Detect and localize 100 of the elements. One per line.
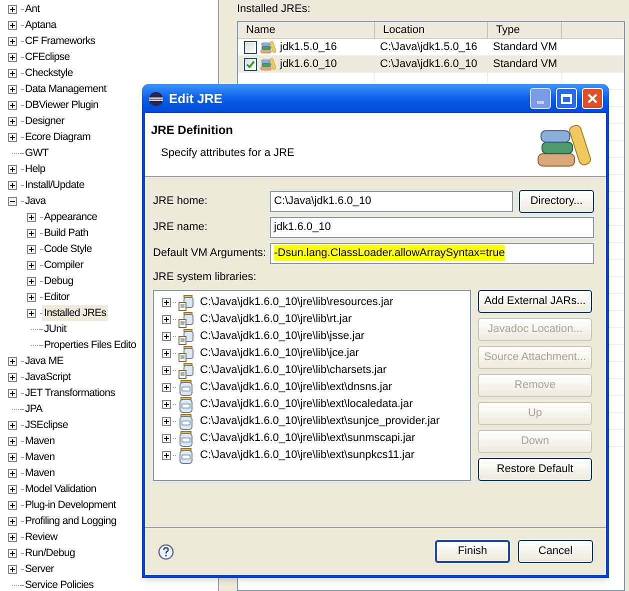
expand-icon[interactable] [162,366,171,375]
expand-icon[interactable] [8,388,17,398]
expand-icon[interactable] [8,84,17,94]
expand-icon[interactable] [8,132,17,142]
tree-item[interactable]: Compiler [42,257,86,273]
tree-item[interactable]: Installed JREs [42,305,108,321]
tree-item[interactable]: Editor [42,289,72,305]
tree-item[interactable]: Ant [23,1,42,17]
expand-icon[interactable] [162,417,171,426]
tree-item[interactable]: Profiling and Logging [23,513,118,529]
dialog-button[interactable]: Finish [435,540,510,563]
expand-icon[interactable] [8,100,17,110]
expand-icon[interactable] [162,383,171,392]
input-field[interactable]: C:\Java\jdk1.6.0_10 [270,190,513,212]
expand-icon[interactable] [162,349,171,358]
library-item[interactable]: C:\Java\jdk1.6.0_10\jre\lib\ext\dnsns.jar [200,379,392,396]
tree-item[interactable]: Aptana [23,17,58,33]
input-field[interactable]: jdk1.6.0_10 [270,216,594,238]
expand-icon[interactable] [8,180,17,190]
column-header[interactable]: Location [375,22,488,38]
expand-icon[interactable] [8,500,17,510]
expand-icon[interactable] [162,434,171,443]
tree-item[interactable]: CFEclipse [23,49,72,65]
tree-item[interactable]: JUnit [42,321,68,337]
library-item[interactable]: C:\Java\jdk1.6.0_10\jre\lib\ext\sunpkcs11.jar [200,447,414,464]
tree-item[interactable]: JET Transformations [23,385,118,401]
tree-item[interactable]: Model Validation [23,481,98,497]
tree-item[interactable]: Properties Files Edito [42,337,138,353]
expand-icon[interactable] [27,212,36,222]
tree-item[interactable]: Server [23,561,56,577]
library-button[interactable]: Restore Default [478,458,592,481]
input-field[interactable]: -Dsun.lang.ClassLoader.allowArraySyntax=true [270,242,594,264]
expand-icon[interactable] [8,468,17,478]
checkbox[interactable] [244,58,257,70]
tree-item[interactable]: Service Policies [23,577,96,591]
library-item[interactable]: C:\Java\jdk1.6.0_10\jre\lib\ext\sunjce_provider.jar [200,413,440,430]
expand-icon[interactable] [162,451,171,460]
expand-icon[interactable] [162,315,171,324]
expand-icon[interactable] [27,276,36,286]
directory-button[interactable]: Directory... [519,190,594,212]
expand-icon[interactable] [8,52,17,62]
library-item[interactable]: C:\Java\jdk1.6.0_10\jre\lib\charsets.jar [200,362,386,379]
expand-icon[interactable] [8,516,17,526]
tree-item[interactable]: Appearance [42,209,100,225]
expand-icon[interactable] [27,228,36,238]
expand-icon[interactable] [8,484,17,494]
expand-icon[interactable] [8,4,17,14]
tree-item[interactable]: Help [23,161,48,177]
expand-icon[interactable] [27,260,36,270]
expand-icon[interactable] [8,372,17,382]
library-item[interactable]: C:\Java\jdk1.6.0_10\jre\lib\jce.jar [200,345,359,362]
expand-icon[interactable] [27,244,36,254]
tree-item[interactable]: Debug [42,273,76,289]
library-item[interactable]: C:\Java\jdk1.6.0_10\jre\lib\resources.jar [200,294,394,311]
expand-icon[interactable] [8,548,17,558]
expand-icon[interactable] [8,452,17,462]
tree-item[interactable]: Maven [23,465,57,481]
tree-item[interactable]: Code Style [42,241,94,257]
library-button[interactable]: Add External JARs... [478,290,592,313]
help-icon[interactable] [158,544,174,560]
tree-item[interactable]: Java [23,193,48,209]
tree-item[interactable]: Maven [23,449,57,465]
library-item[interactable]: C:\Java\jdk1.6.0_10\jre\lib\jsse.jar [200,328,364,345]
expand-icon[interactable] [8,20,17,30]
tree-item[interactable]: Checkstyle [23,65,75,81]
expand-icon[interactable] [8,116,17,126]
tree-item[interactable]: JavaScript [23,369,73,385]
library-item[interactable]: C:\Java\jdk1.6.0_10\jre\lib\ext\localedata.jar [200,396,413,413]
expand-icon[interactable] [8,532,17,542]
close-button[interactable] [582,88,603,109]
expand-icon[interactable] [8,356,17,366]
collapse-icon[interactable] [8,196,17,206]
expand-icon[interactable] [8,436,17,446]
column-header[interactable]: Name [238,22,375,38]
expand-icon[interactable] [162,298,171,307]
tree-item[interactable]: CF Frameworks [23,33,98,49]
tree-item[interactable]: Review [23,529,60,545]
expand-icon[interactable] [162,400,171,409]
expand-icon[interactable] [8,564,17,574]
tree-item[interactable]: JPA [23,401,44,417]
tree-item[interactable]: Install/Update [23,177,86,193]
tree-item[interactable]: Ecore Diagram [23,129,92,145]
tree-item[interactable]: Build Path [42,225,90,241]
tree-item[interactable]: Run/Debug [23,545,77,561]
tree-item[interactable]: DBViewer Plugin [23,97,100,113]
column-header[interactable]: Type [488,22,562,38]
tree-item[interactable]: GWT [23,145,50,161]
close-icon[interactable] [587,93,598,104]
library-item[interactable]: C:\Java\jdk1.6.0_10\jre\lib\ext\sunmscapi.jar [200,430,416,447]
library-item[interactable]: C:\Java\jdk1.6.0_10\jre\lib\rt.jar [200,311,352,328]
expand-icon[interactable] [27,292,36,302]
tree-item[interactable]: JSEclipse [23,417,70,433]
expand-icon[interactable] [8,68,17,78]
tree-item[interactable]: Designer [23,113,66,129]
expand-icon[interactable] [8,36,17,46]
expand-icon[interactable] [8,164,17,174]
checkbox[interactable] [244,40,257,54]
tree-item[interactable]: Maven [23,433,57,449]
tree-item[interactable]: Plug-in Development [23,497,118,513]
expand-icon[interactable] [162,332,171,341]
